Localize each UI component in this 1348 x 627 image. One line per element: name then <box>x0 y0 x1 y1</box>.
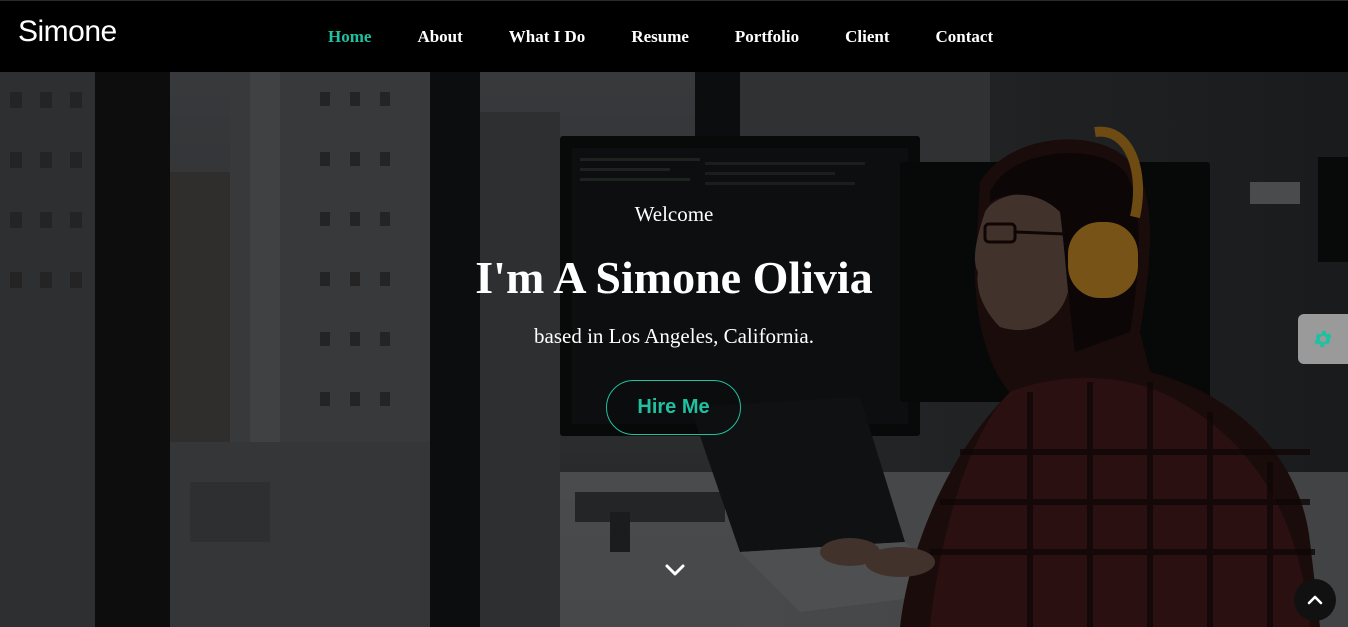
nav-item-home[interactable]: Home <box>305 27 394 47</box>
hero-welcome: Welcome <box>634 202 714 226</box>
nav-item-resume[interactable]: Resume <box>608 27 712 47</box>
nav-item-portfolio[interactable]: Portfolio <box>712 27 822 47</box>
hire-me-button[interactable]: Hire Me <box>606 380 741 435</box>
nav-item-contact[interactable]: Contact <box>913 27 1017 47</box>
navbar: Simone Home About What I Do Resume Portf… <box>0 0 1348 72</box>
nav-item-what-i-do[interactable]: What I Do <box>486 27 609 47</box>
hero-headline: I'm A Simone Olivia <box>475 252 873 303</box>
main-nav: Home About What I Do Resume Portfolio Cl… <box>305 1 1016 73</box>
settings-toggle-button[interactable] <box>1298 314 1348 364</box>
gear-icon <box>1314 330 1332 348</box>
hero-subline: based in Los Angeles, California. <box>534 324 814 348</box>
hero-section: Welcome I'm A Simone Olivia based in Los… <box>0 72 1348 627</box>
brand-logo[interactable]: Simone <box>18 15 117 49</box>
hero-content: Welcome I'm A Simone Olivia based in Los… <box>0 72 1348 627</box>
nav-item-client[interactable]: Client <box>822 27 912 47</box>
back-to-top-button[interactable] <box>1294 579 1336 621</box>
nav-item-about[interactable]: About <box>394 27 485 47</box>
chevron-down-icon[interactable] <box>664 562 686 578</box>
chevron-up-icon <box>1307 595 1323 605</box>
